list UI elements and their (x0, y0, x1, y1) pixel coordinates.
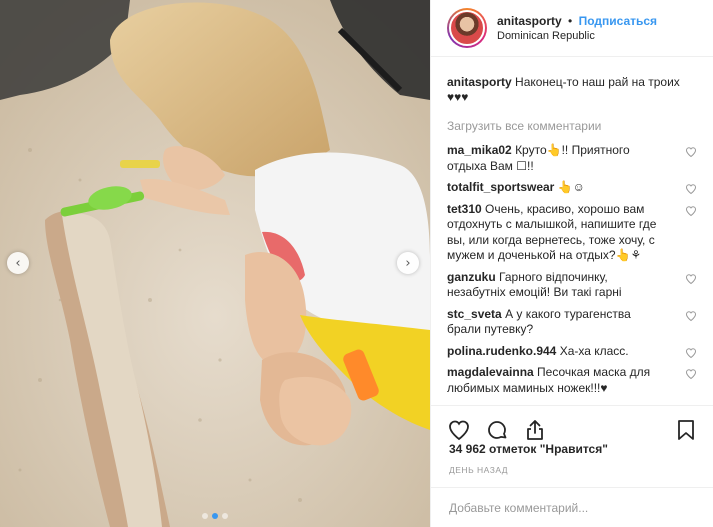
heart-icon (449, 420, 469, 440)
comment-icon (488, 420, 507, 439)
header-username[interactable]: anitasporty (497, 14, 562, 28)
comment-item: totalfit_sportswear 👆☺ (447, 180, 697, 196)
comment-like-heart-icon[interactable] (685, 273, 697, 285)
avatar-image (449, 10, 485, 46)
comment-item: ma_mika02 Круто👆!! Приятного отдыха Вам … (447, 143, 697, 174)
carousel-dot (222, 513, 228, 519)
comment-username[interactable]: tet310 (447, 202, 482, 216)
comment-like-heart-icon[interactable] (685, 368, 697, 380)
comment-like-heart-icon[interactable] (685, 146, 697, 158)
likes-count[interactable]: 34 962 отметок "Нравится" (449, 442, 608, 456)
comment-item: magdalevainna Песочкая маска для любимых… (447, 365, 697, 396)
header-line: anitasporty • Подписаться (497, 14, 657, 28)
carousel-indicator (0, 513, 430, 519)
post-timestamp[interactable]: ДЕНЬ НАЗАД (449, 465, 508, 475)
comment-text: 👆☺ (557, 180, 585, 194)
location-link[interactable]: Dominican Republic (497, 30, 657, 42)
chevron-left-icon: ‹ (15, 255, 21, 271)
comment-username[interactable]: polina.rudenko.944 (447, 344, 556, 358)
add-comment-input[interactable] (449, 500, 696, 515)
comment-button[interactable] (485, 418, 509, 442)
like-button[interactable] (447, 418, 471, 442)
comment-like-heart-icon[interactable] (685, 205, 697, 217)
comment-username[interactable]: stc_sveta (447, 307, 502, 321)
comment-item: tet310 Очень, красиво, хорошо вам отдохн… (447, 202, 697, 264)
comment-item: polina.rudenko.944 Ха-ха класс. (447, 344, 697, 360)
caption-username[interactable]: anitasporty (447, 75, 512, 89)
header-text: anitasporty • Подписаться Dominican Repu… (497, 14, 657, 42)
comment-item: stc_sveta А у какого турагенства брали п… (447, 307, 697, 338)
share-icon (527, 419, 543, 440)
comment-username[interactable]: magdalevainna (447, 365, 534, 379)
comment-text: Ха-ха класс. (559, 343, 629, 358)
follow-button[interactable]: Подписаться (579, 14, 657, 28)
post-header: anitasporty • Подписаться Dominican Repu… (431, 0, 713, 57)
comment-item: ganzuku Гарного відпочинку, незабутніх е… (447, 270, 697, 301)
carousel-next-button[interactable]: › (397, 252, 419, 274)
post-sidebar: anitasporty • Подписаться Dominican Repu… (430, 0, 713, 527)
action-bar (431, 405, 713, 445)
load-all-comments-button[interactable]: Загрузить все комментарии (447, 119, 697, 133)
carousel-prev-button[interactable]: ‹ (7, 252, 29, 274)
carousel-dot-active (212, 513, 218, 519)
comment-like-heart-icon[interactable] (685, 347, 697, 359)
carousel-dot (202, 513, 208, 519)
comment-username[interactable]: totalfit_sportswear (447, 180, 554, 194)
comment-list: ma_mika02 Круто👆!! Приятного отдыха Вам … (447, 143, 697, 396)
header-separator: • (568, 14, 573, 28)
post-caption: anitasporty Наконец-то наш рай на троих … (447, 75, 697, 105)
save-button[interactable] (674, 418, 698, 442)
comment-username[interactable]: ma_mika02 (447, 143, 512, 157)
chevron-right-icon: › (405, 255, 411, 271)
comments-section: anitasporty Наконец-то наш рай на троих … (431, 57, 713, 405)
comment-username[interactable]: ganzuku (447, 270, 496, 284)
share-button[interactable] (523, 418, 547, 442)
avatar[interactable] (447, 8, 487, 48)
beach-photo-illustration (0, 0, 430, 527)
comment-like-heart-icon[interactable] (685, 183, 697, 195)
bookmark-icon (678, 419, 694, 440)
comment-like-heart-icon[interactable] (685, 310, 697, 322)
add-comment-bar (431, 487, 713, 527)
post-photo[interactable]: ‹ › (0, 0, 430, 527)
